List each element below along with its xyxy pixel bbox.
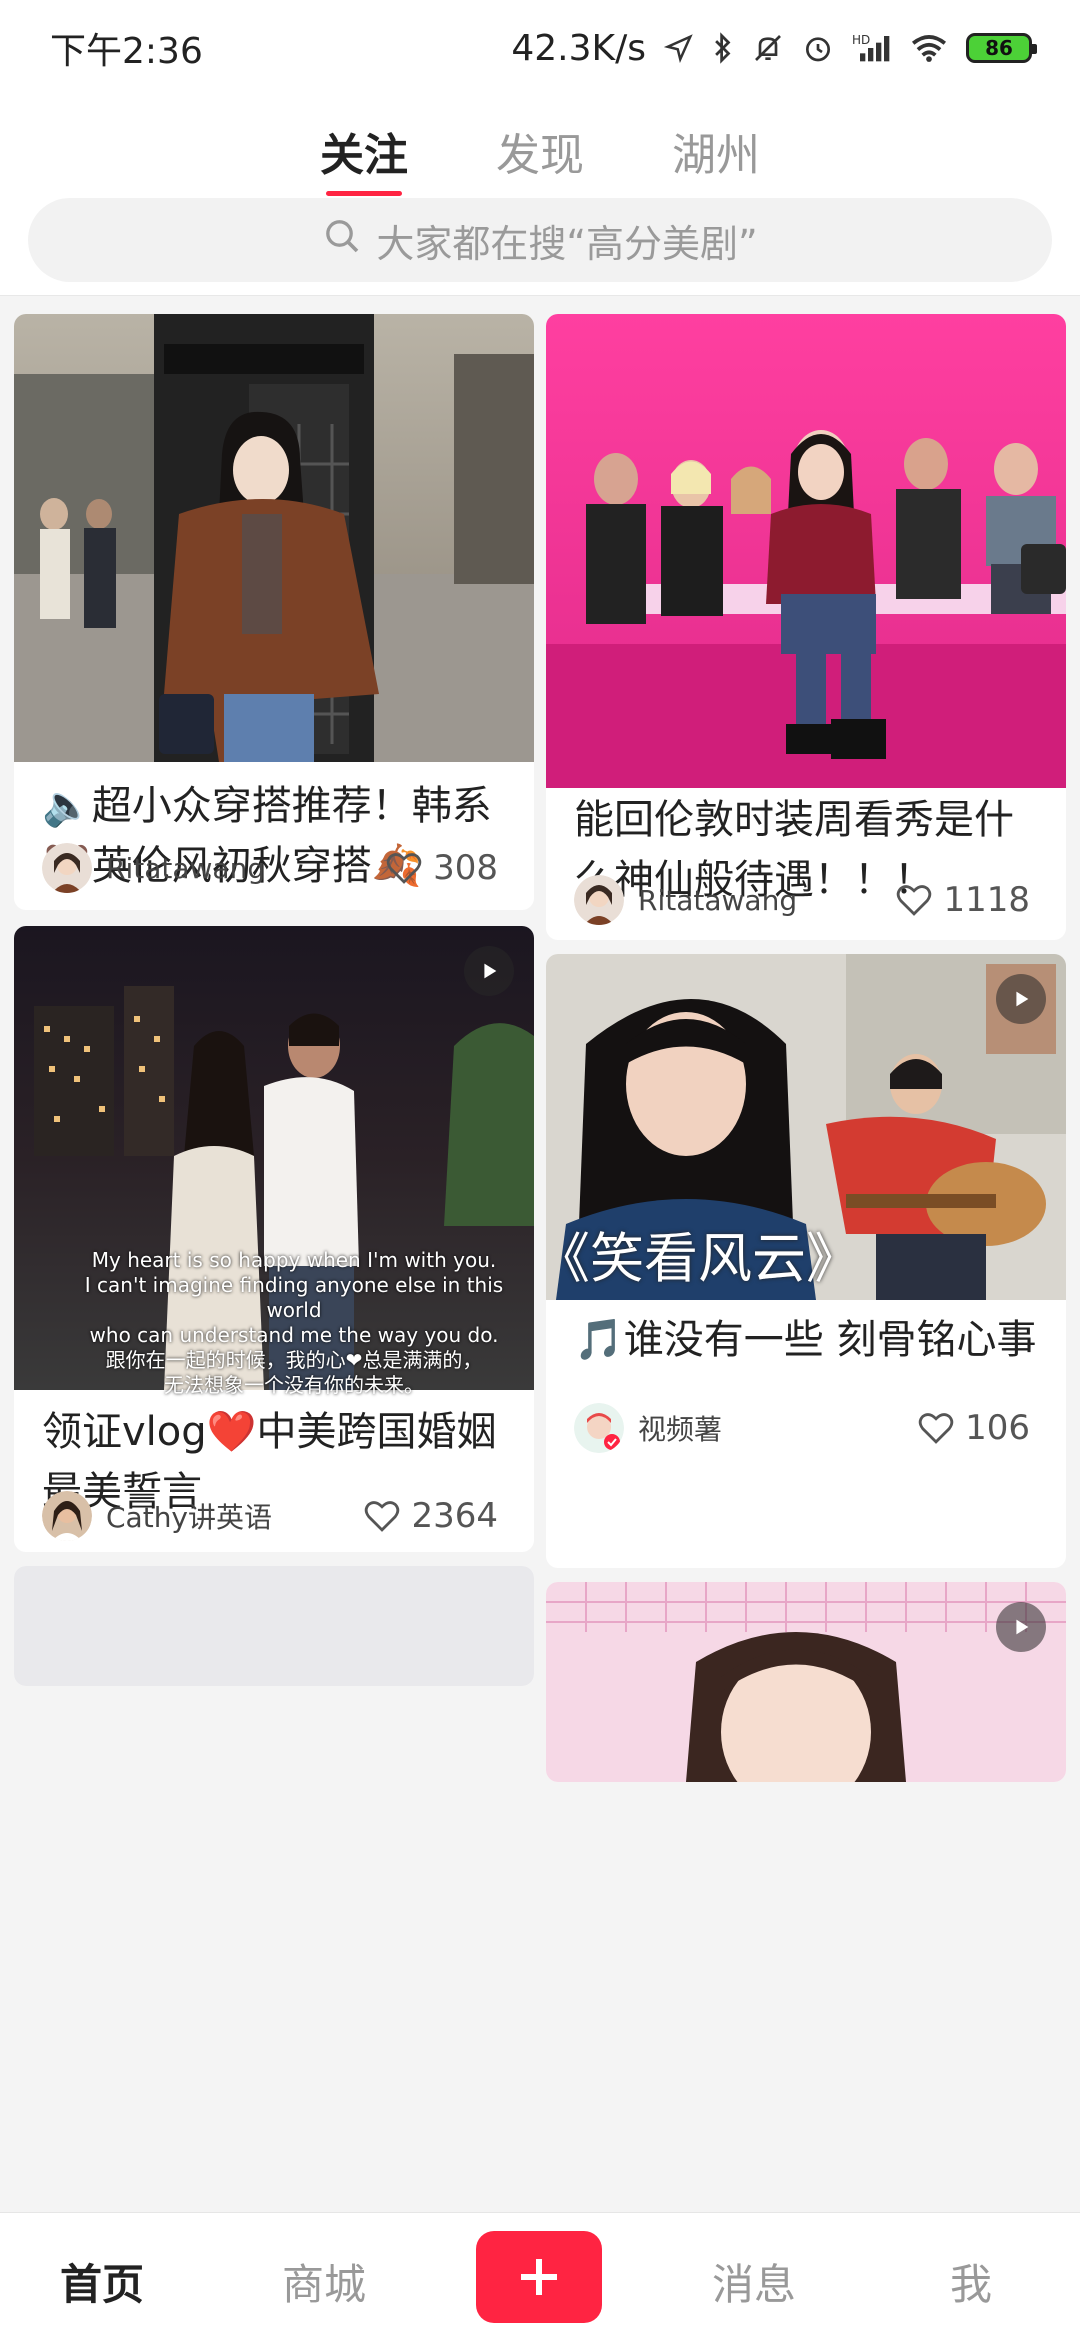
note-cover-image[interactable] [546, 1582, 1066, 1782]
hd-signal-icon: HD [852, 28, 892, 68]
heart-icon [365, 1501, 400, 1532]
author-info[interactable]: Ritatawang [574, 875, 797, 925]
note-card[interactable]: My heart is so happy when I'm with you. … [14, 926, 534, 1552]
location-icon [664, 28, 694, 68]
author-name[interactable]: Cathy讲英语 [106, 1496, 272, 1536]
like-button[interactable]: 2364 [363, 1496, 498, 1536]
caption-line: My heart is so happy when I'm with you. [91, 1248, 497, 1272]
wifi-icon [910, 28, 948, 68]
author-avatar[interactable] [42, 843, 92, 893]
video-caption: 《笑看风云》 [546, 1227, 860, 1290]
heart-icon [918, 1413, 954, 1444]
note-card[interactable]: 🔈超小众穿搭推荐！韩系🐻英伦风初秋穿搭🍂 Ritatawang 308 [14, 314, 534, 910]
nav-mall[interactable]: 商城 [282, 2251, 366, 2312]
caption-line: who can understand me the way you do. [89, 1323, 499, 1347]
note-cover-image[interactable] [14, 314, 534, 762]
note-title[interactable]: 🎵谁没有一些 刻骨铭心事 [574, 1310, 1038, 1370]
battery-icon: 86 [966, 33, 1037, 63]
author-info[interactable]: Ritatawang [42, 843, 265, 893]
note-card[interactable] [14, 1566, 534, 1686]
bluetooth-icon [712, 28, 734, 68]
author-info[interactable]: Cathy讲英语 [42, 1491, 272, 1541]
search-bar[interactable]: 大家都在搜“高分美剧” [28, 198, 1052, 282]
author-avatar[interactable] [574, 875, 624, 925]
video-play-icon [996, 974, 1046, 1024]
tab-local[interactable]: 湖州 [672, 116, 760, 196]
note-card[interactable]: 能回伦敦时装周看秀是什么神仙般待遇！！！ Ritatawang 1118 [546, 314, 1066, 940]
tab-discover[interactable]: 发现 [496, 116, 584, 196]
author-name[interactable]: Ritatawang [638, 884, 797, 917]
battery-level: 86 [985, 36, 1013, 60]
author-name[interactable]: 视频薯 [638, 1408, 722, 1448]
note-meta: 视频薯 106 [574, 1400, 1030, 1456]
network-speed: 42.3K/s [511, 27, 646, 69]
like-count: 2364 [411, 1496, 498, 1536]
author-avatar[interactable] [42, 1491, 92, 1541]
nav-messages[interactable]: 消息 [712, 2251, 796, 2312]
note-card[interactable]: 《笑看风云》 🎵谁没有一些 刻骨铭心事 视频薯 106 [546, 954, 1066, 1568]
note-meta: Ritatawang 308 [42, 840, 498, 896]
plus-icon [521, 2259, 557, 2295]
svg-text:HD: HD [852, 33, 870, 47]
video-caption: My heart is so happy when I'm with you. … [74, 1248, 514, 1398]
top-header: 关注 发现 湖州 大家都在搜“高分美剧” [0, 96, 1080, 296]
author-avatar[interactable] [574, 1403, 624, 1453]
like-count: 1118 [943, 880, 1030, 920]
like-button[interactable]: 106 [917, 1408, 1030, 1448]
post-button[interactable] [476, 2231, 602, 2323]
mute-icon [752, 28, 784, 68]
tab-following[interactable]: 关注 [320, 116, 408, 196]
video-play-icon [996, 1602, 1046, 1652]
caption-line: 跟你在一起的时候，我的心❤总是满满的， [105, 1348, 483, 1372]
like-button[interactable]: 1118 [895, 880, 1030, 920]
nav-home[interactable]: 首页 [60, 2251, 144, 2312]
note-meta: Cathy讲英语 2364 [42, 1488, 498, 1544]
heart-icon [897, 885, 932, 916]
video-play-icon [464, 946, 514, 996]
like-button[interactable]: 308 [385, 848, 498, 888]
note-feed[interactable]: 🔈超小众穿搭推荐！韩系🐻英伦风初秋穿搭🍂 Ritatawang 308 能回伦敦… [0, 298, 1080, 2212]
note-card[interactable] [546, 1582, 1066, 1782]
author-info[interactable]: 视频薯 [574, 1403, 722, 1453]
search-icon [322, 216, 362, 265]
like-count: 106 [965, 1408, 1030, 1448]
note-cover-image[interactable] [14, 1566, 534, 1686]
alarm-icon [802, 28, 834, 68]
caption-line: I can't imagine finding anyone else in t… [84, 1273, 504, 1322]
search-placeholder: 大家都在搜“高分美剧” [376, 221, 758, 266]
like-count: 308 [433, 848, 498, 888]
status-icons: 42.3K/s HD 86 [511, 27, 1037, 69]
nav-me[interactable]: 我 [950, 2251, 992, 2312]
note-meta: Ritatawang 1118 [574, 872, 1030, 928]
status-bar: 下午2:36 42.3K/s HD 86 [0, 0, 1080, 96]
note-cover-image[interactable] [546, 314, 1066, 788]
author-name[interactable]: Ritatawang [106, 852, 265, 885]
top-tabs: 关注 发现 湖州 [0, 116, 1080, 196]
caption-line: 无法想象一个没有你的未来。 [164, 1373, 424, 1397]
status-time: 下午2:36 [50, 31, 203, 72]
heart-icon [386, 853, 422, 884]
bottom-nav: 首页 商城 消息 我 [0, 2212, 1080, 2340]
